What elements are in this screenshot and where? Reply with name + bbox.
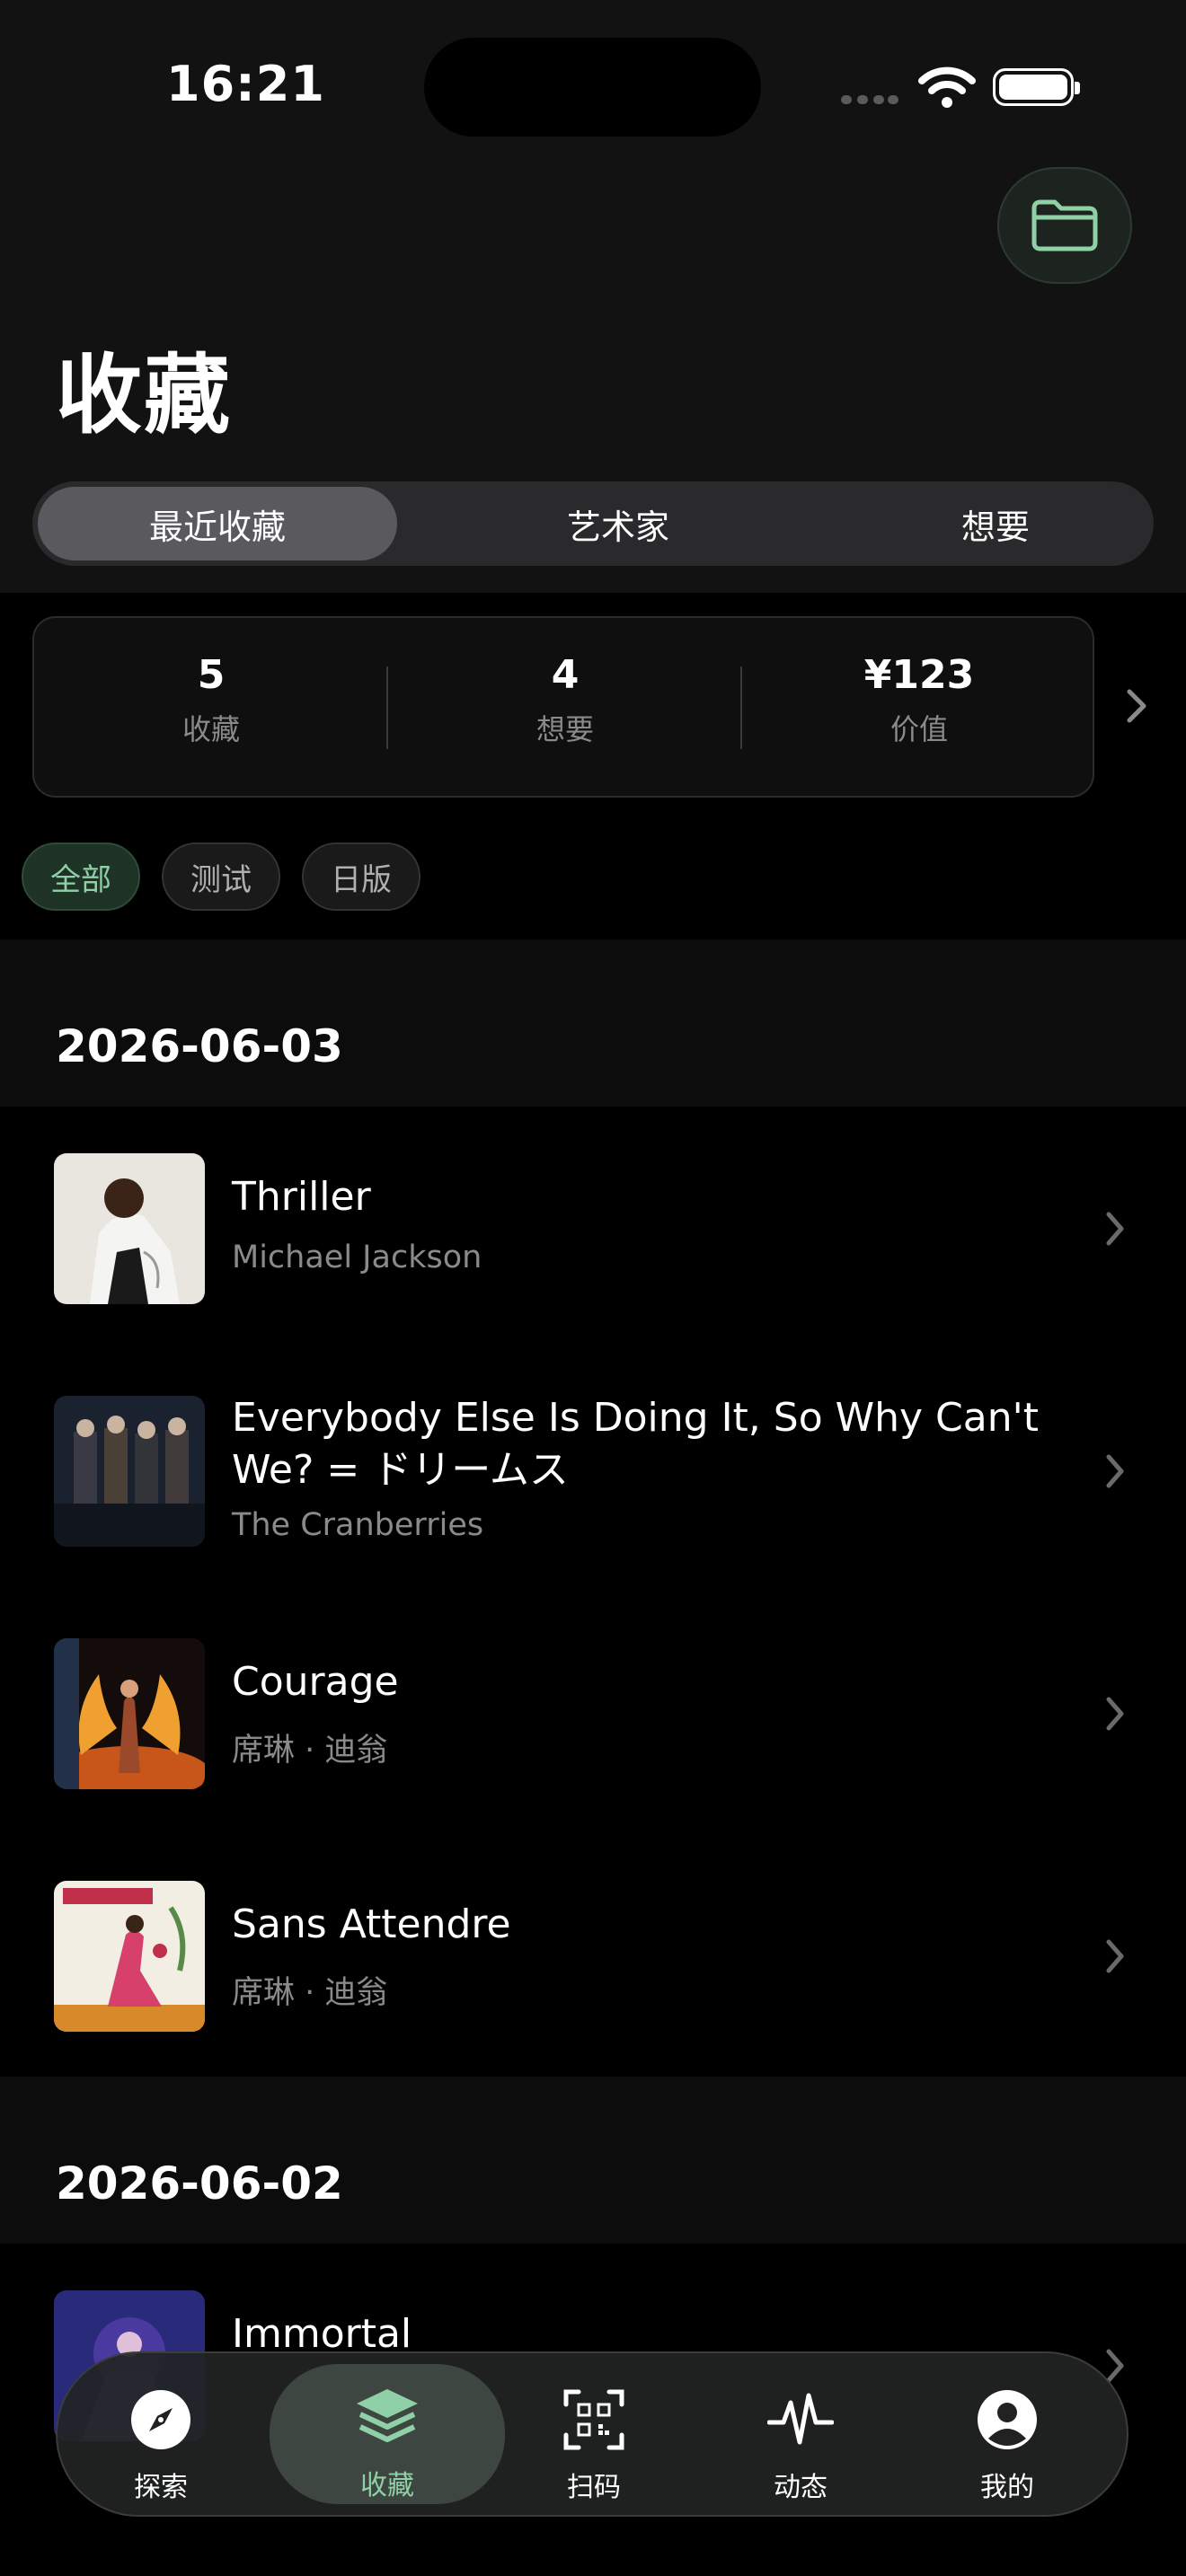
profile-icon — [973, 2386, 1041, 2454]
stat-wants: 4 想要 — [388, 652, 742, 748]
album-cover — [54, 1881, 205, 2032]
layers-icon — [353, 2384, 421, 2452]
tab-label: 我的 — [980, 2472, 1034, 2503]
folder-button[interactable] — [997, 167, 1132, 284]
stat-value: 5 — [197, 652, 226, 698]
filter-chip-test[interactable]: 测试 — [162, 842, 280, 911]
stat-collected: 5 收藏 — [34, 652, 388, 748]
tab-label: 动态 — [774, 2472, 828, 2503]
tab-profile[interactable]: 我的 — [904, 2353, 1111, 2515]
album-cover — [54, 1396, 205, 1547]
segment-wants[interactable]: 想要 — [816, 487, 1175, 560]
album-title: Courage — [232, 1659, 399, 1705]
filter-chip-japan[interactable]: 日版 — [302, 842, 420, 911]
pulse-icon — [766, 2386, 835, 2454]
dynamic-island — [424, 38, 761, 137]
segmented-control: 最近收藏 艺术家 想要 — [32, 481, 1154, 566]
tab-label: 探索 — [134, 2472, 188, 2503]
cellular-signal-icon — [841, 95, 898, 104]
qr-scan-icon — [560, 2386, 628, 2454]
list-item[interactable]: Everybody Else Is Doing It, So Why Can't… — [0, 1349, 1186, 1592]
album-title: Everybody Else Is Doing It, So Why Can't… — [232, 1395, 1039, 1493]
stat-value: 4 — [551, 652, 580, 698]
stat-label: 想要 — [535, 712, 594, 746]
chevron-right-icon — [1106, 1212, 1124, 1246]
chevron-right-icon — [1106, 1939, 1124, 1973]
list-item[interactable]: Sans Attendre 席琳 · 迪翁 — [0, 1834, 1186, 2077]
compass-icon — [127, 2386, 195, 2454]
status-time: 16:21 — [166, 56, 325, 112]
album-artist: 席琳 · 迪翁 — [232, 1733, 388, 1769]
album-cover — [54, 1638, 205, 1789]
chevron-right-icon — [1106, 1697, 1124, 1731]
stats-card[interactable]: 5 收藏 4 想要 ¥123 价值 — [32, 616, 1094, 798]
filter-chip-all[interactable]: 全部 — [22, 842, 140, 911]
stat-value-total: ¥123 价值 — [742, 652, 1096, 748]
date-label: 2026-06-03 — [56, 1020, 343, 1072]
status-bar: 16:21 — [0, 0, 1186, 171]
tab-activity[interactable]: 动态 — [697, 2353, 904, 2515]
chevron-right-icon — [1106, 1454, 1124, 1488]
tab-explore[interactable]: 探索 — [58, 2353, 264, 2515]
date-header: 2026-06-03 — [0, 940, 1186, 1107]
album-title: Sans Attendre — [232, 1901, 511, 1947]
list-item[interactable]: Thriller Michael Jackson — [0, 1107, 1186, 1349]
folder-icon — [1031, 199, 1098, 251]
album-artist: Michael Jackson — [232, 1239, 482, 1275]
chevron-right-icon[interactable] — [1119, 684, 1155, 728]
date-label: 2026-06-02 — [56, 2157, 343, 2210]
wifi-icon — [918, 66, 976, 108]
album-artist: 席琳 · 迪翁 — [232, 1975, 388, 2011]
page-title: 收藏 — [56, 345, 232, 446]
tab-label: 收藏 — [360, 2470, 414, 2501]
stat-label: 收藏 — [181, 712, 240, 746]
segment-recent[interactable]: 最近收藏 — [38, 487, 397, 560]
tab-scan[interactable]: 扫码 — [491, 2353, 697, 2515]
tab-label: 扫码 — [567, 2472, 621, 2503]
list-item[interactable]: Courage 席琳 · 迪翁 — [0, 1592, 1186, 1834]
album-artist: The Cranberries — [232, 1507, 484, 1543]
battery-icon — [993, 68, 1080, 106]
stat-label: 价值 — [890, 712, 948, 746]
album-title: Thriller — [232, 1174, 371, 1220]
date-header: 2026-06-02 — [0, 2077, 1186, 2244]
stat-value: ¥123 — [863, 652, 975, 698]
segment-artists[interactable]: 艺术家 — [438, 487, 798, 560]
album-cover — [54, 1153, 205, 1304]
tab-collection[interactable]: 收藏 — [270, 2364, 505, 2504]
tab-bar: 探索 收藏 扫码 动态 我的 — [56, 2351, 1128, 2517]
